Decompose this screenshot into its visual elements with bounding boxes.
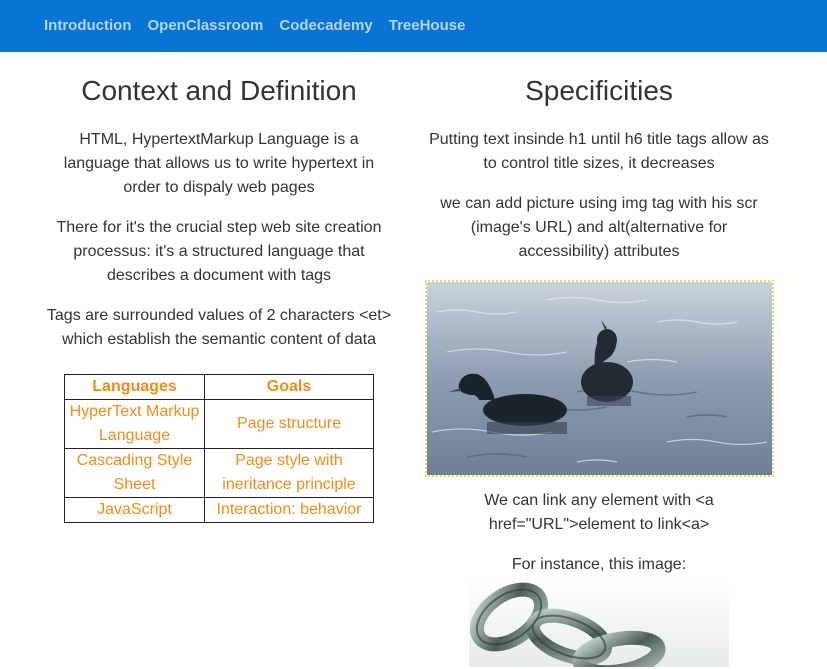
specificities-title: Specificities [525, 75, 673, 106]
table-cell-language: JavaScript [64, 497, 205, 523]
context-paragraph: HTML, HypertextMarkup Language is a lang… [63, 131, 375, 196]
specificities-paragraph: we can add picture using img tag with hi… [440, 195, 758, 260]
context-section: Context and Definition HTML, HypertextMa… [44, 52, 394, 523]
table-cell-goal: Page structure [204, 399, 374, 449]
nav-link-treehouse[interactable]: TreeHouse [381, 0, 474, 52]
table-row: Cascading Style Sheet Page style with in… [64, 448, 374, 498]
table-cell-language: HyperText Markup Language [64, 399, 205, 449]
table-cell-language: Cascading Style Sheet [64, 448, 205, 498]
table-row: JavaScript Interaction: behavior [64, 497, 374, 523]
table-cell-goal: Page style with ineritance principle [204, 448, 374, 498]
ducks-image [424, 280, 774, 477]
nav-link-introduction[interactable]: Introduction [36, 0, 139, 52]
table-header-languages: Languages [64, 374, 205, 400]
context-title: Context and Definition [81, 75, 357, 106]
instance-caption: For instance, this image: [511, 556, 687, 573]
context-paragraph: There for it's the crucial step web site… [56, 219, 382, 284]
specificities-paragraph: Putting text insinde h1 until h6 title t… [429, 131, 769, 172]
languages-table: Languages Goals HyperText Markup Languag… [64, 374, 374, 523]
context-paragraph: Tags are surrounded values of 2 characte… [46, 307, 392, 348]
top-navbar: Introduction OpenClassroom Codecademy Tr… [0, 0, 827, 52]
specificities-section: Specificities Putting text insinde h1 un… [424, 52, 774, 667]
table-header-row: Languages Goals [64, 374, 374, 400]
table-cell-goal: Interaction: behavior [204, 497, 374, 523]
table-header-goals: Goals [204, 374, 374, 400]
link-caption: We can link any element with <a href="UR… [484, 492, 714, 533]
nav-link-openclassroom[interactable]: OpenClassroom [139, 0, 271, 52]
chain-link-image[interactable] [469, 577, 729, 667]
nav-link-codecademy[interactable]: Codecademy [271, 0, 380, 52]
table-row: HyperText Markup Language Page structure [64, 399, 374, 449]
